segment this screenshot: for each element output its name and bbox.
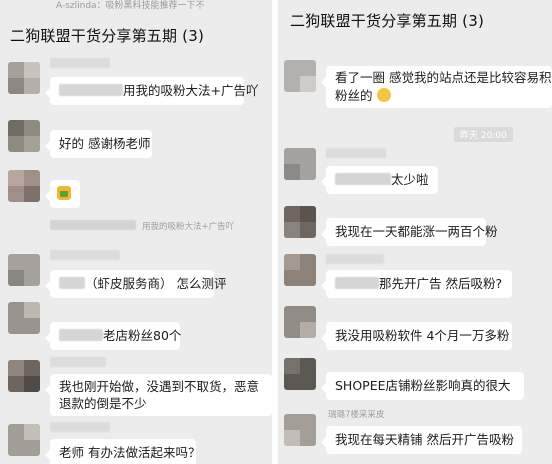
thumbs-up-icon (57, 186, 71, 200)
sender-caption: 瑞璐7楼采采皮 (328, 410, 385, 420)
redacted-mention (59, 277, 85, 289)
message-bubble[interactable]: 老店粉丝80个 (45, 322, 182, 350)
laughing-emoji-icon (376, 88, 391, 102)
avatar[interactable] (284, 358, 316, 390)
quoted-reply-text: 用我的吸粉大法+广告吖 (142, 222, 235, 232)
avatar[interactable] (8, 254, 40, 286)
message-bubble[interactable]: 用我的吸粉大法+广告吖 (45, 77, 258, 105)
message-bubble[interactable]: 我也刚开始做，没遇到不取货，恶意退款的倒是不少 (45, 374, 272, 416)
message-text-continued: 粉丝的 (335, 88, 373, 103)
avatar[interactable] (8, 62, 40, 94)
avatar[interactable] (284, 254, 316, 286)
message-bubble[interactable]: 我没用吸粉软件 4个月一万多粉 (321, 322, 512, 350)
avatar[interactable] (8, 170, 40, 202)
message-bubble[interactable]: 那先开广告 然后吸粉? (321, 270, 512, 298)
message-text: 看了一圈 感觉我的站点还是比较容易积累 (335, 70, 552, 85)
message-text: 太少啦 (391, 172, 429, 187)
chat-title: 二狗联盟干货分享第五期 (3) (10, 27, 205, 45)
sender-name-redacted (326, 148, 386, 158)
message-bubble[interactable]: 老师 有办法做活起来吗？ (45, 439, 200, 464)
redacted-mention (335, 277, 379, 289)
redacted-mention (59, 84, 123, 96)
avatar[interactable] (8, 302, 40, 334)
message-text: 好的 感谢杨老师 (59, 136, 151, 151)
sender-name-redacted (50, 58, 110, 68)
message-bubble[interactable]: （虾皮服务商） 怎么测评 (45, 270, 226, 298)
timestamp: 昨天 20:00 (454, 127, 513, 142)
right-chat-panel: 二狗联盟干货分享第五期 (3) 看了一圈 感觉我的站点还是比较容易积累 粉丝的 … (278, 0, 552, 464)
message-text: 老店粉丝80个 (103, 328, 182, 343)
message-text: （虾皮服务商） 怎么测评 (85, 276, 227, 291)
avatar[interactable] (284, 148, 316, 180)
quoted-caption: A-szlinda：吸粉黑科技能推荐一下不 (56, 1, 205, 11)
message-bubble[interactable]: 看了一圈 感觉我的站点还是比较容易积累 粉丝的 (321, 66, 552, 108)
message-text: 我现在一天都能涨一两百个粉 (335, 224, 498, 239)
message-bubble[interactable]: SHOPEE店铺粉丝影响真的很大 (321, 372, 524, 400)
message-text: SHOPEE店铺粉丝影响真的很大 (335, 378, 511, 393)
message-bubble[interactable]: 太少啦 (321, 166, 438, 194)
redacted-mention (59, 329, 103, 341)
message-bubble[interactable]: 我现在一天都能涨一两百个粉 (321, 218, 498, 246)
sender-name-redacted (50, 250, 120, 260)
message-bubble[interactable] (45, 180, 80, 208)
left-chat-panel: A-szlinda：吸粉黑科技能推荐一下不 二狗联盟干货分享第五期 (3) 用我… (0, 0, 272, 464)
avatar[interactable] (284, 306, 316, 338)
redacted-mention (335, 173, 391, 185)
message-text: 我没用吸粉软件 4个月一万多粉 (335, 328, 510, 343)
message-bubble[interactable]: 好的 感谢杨老师 (45, 130, 152, 158)
avatar[interactable] (8, 424, 40, 456)
avatar[interactable] (8, 120, 40, 152)
chat-title: 二狗联盟干货分享第五期 (3) (290, 12, 485, 30)
message-text: 我也刚开始做，没遇到不取货，恶意退款的倒是不少 (59, 379, 260, 411)
avatar[interactable] (284, 206, 316, 238)
sender-name-redacted (326, 254, 384, 264)
message-bubble[interactable]: 我现在每天精铺 然后开广告吸粉 (321, 426, 522, 454)
sender-name-redacted (50, 422, 110, 432)
sender-name-redacted (50, 357, 106, 367)
message-text: 那先开广告 然后吸粉? (379, 276, 503, 291)
message-text: 老师 有办法做活起来吗？ (59, 445, 201, 460)
avatar[interactable] (8, 360, 40, 392)
message-text: 用我的吸粉大法+广告吖 (123, 83, 259, 98)
redacted-quote-name (50, 220, 136, 230)
avatar[interactable] (284, 60, 316, 92)
message-text: 我现在每天精铺 然后开广告吸粉 (335, 432, 514, 447)
avatar[interactable] (284, 414, 316, 446)
